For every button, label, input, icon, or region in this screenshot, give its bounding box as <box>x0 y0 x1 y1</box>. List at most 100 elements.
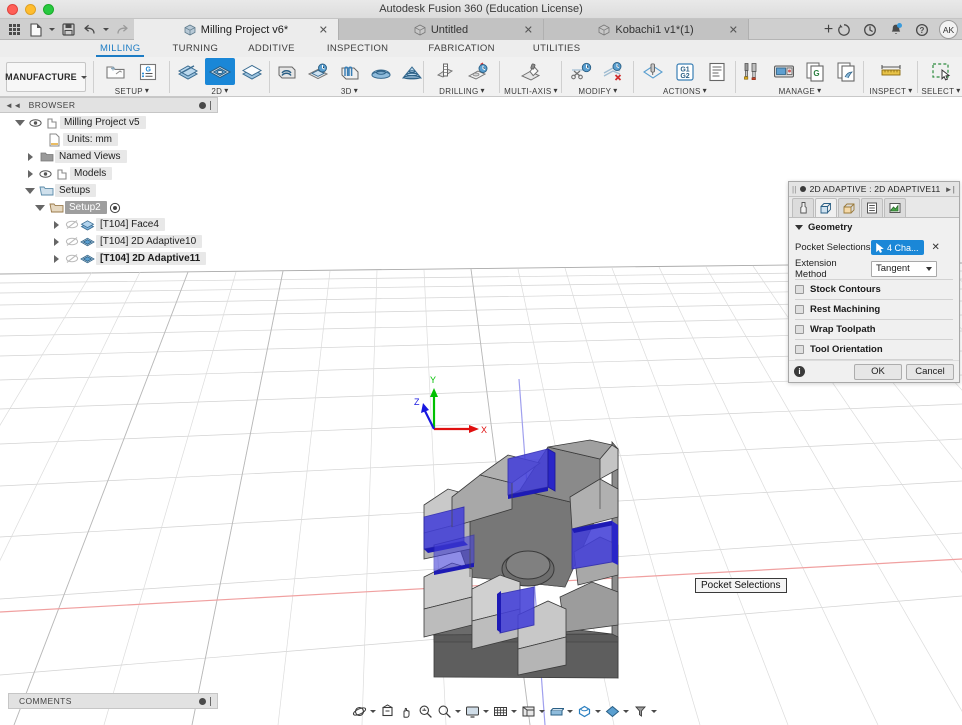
workspace-switcher-button[interactable]: MANUFACTURE <box>6 62 86 92</box>
browser-options-icon[interactable] <box>199 102 206 109</box>
orbit-button[interactable] <box>350 702 378 720</box>
linking-tab-icon[interactable] <box>884 198 906 217</box>
notifications-icon[interactable] <box>887 21 905 39</box>
visibility-eye-icon[interactable] <box>28 114 43 131</box>
grid-menu-icon[interactable] <box>4 20 24 39</box>
setup-icon[interactable] <box>101 58 131 85</box>
chevron-down-icon[interactable] <box>453 702 462 720</box>
scallop-icon[interactable] <box>366 58 395 85</box>
new-file-dropdown[interactable] <box>48 20 56 39</box>
save-icon[interactable] <box>58 20 78 39</box>
expander-icon[interactable] <box>32 199 48 216</box>
section-tool-orientation[interactable]: Tool Orientation <box>789 340 959 359</box>
rest-machining-checkbox[interactable] <box>795 305 804 314</box>
section-geometry[interactable]: Geometry <box>789 218 959 237</box>
undo-dropdown[interactable] <box>102 20 110 39</box>
extension-method-select[interactable]: Tangent <box>871 261 937 277</box>
tree-item-setups[interactable]: Setups <box>0 182 218 199</box>
tree-item-2d-adaptive10[interactable]: [T104] 2D Adaptive10 <box>0 233 218 250</box>
document-tab-0[interactable]: Milling Project v6* ✕ <box>134 19 339 40</box>
tab-additive[interactable]: ADDITIVE <box>244 40 299 57</box>
setup-sheet-icon[interactable] <box>702 58 732 85</box>
tab-milling[interactable]: MILLING <box>96 40 144 57</box>
look-at-button[interactable] <box>378 702 397 720</box>
select-icon[interactable] <box>926 58 956 85</box>
maximize-window-button[interactable] <box>43 4 54 15</box>
pocket-selections-button[interactable]: 4 Cha... <box>871 240 924 255</box>
avatar[interactable]: AK <box>939 20 958 39</box>
2d-pocket-icon[interactable] <box>237 58 267 85</box>
close-tab-icon[interactable]: ✕ <box>524 23 533 36</box>
chevron-down-icon[interactable] <box>368 702 377 720</box>
chevron-down-icon[interactable] <box>481 702 490 720</box>
chevron-down-icon[interactable] <box>593 702 602 720</box>
tab-fabrication[interactable]: FABRICATION <box>424 40 499 57</box>
swarf-icon[interactable] <box>516 58 546 85</box>
geometry-tab-icon[interactable] <box>815 198 837 217</box>
tree-item-2d-adaptive11[interactable]: [T104] 2D Adaptive11 <box>0 250 218 267</box>
chevron-down-icon[interactable] <box>621 702 630 720</box>
post-process-icon[interactable]: G1 G2 <box>670 58 700 85</box>
visibility-eye-icon[interactable] <box>64 233 79 250</box>
delete-toolpath-icon[interactable] <box>599 58 629 85</box>
ribbon-group-label-manage[interactable]: MANAGE▾ <box>738 87 862 96</box>
ribbon-group-label-3d[interactable]: 3D▾ <box>272 87 427 96</box>
tree-item-named-views[interactable]: Named Views <box>0 148 218 165</box>
visibility-eye-icon[interactable] <box>38 165 53 182</box>
comments-resize-handle[interactable] <box>210 697 211 706</box>
passes-tab-icon[interactable] <box>861 198 883 217</box>
tree-item-units[interactable]: Units: mm <box>0 131 218 148</box>
ribbon-group-label-actions[interactable]: ACTIONS▾ <box>636 87 734 96</box>
machine-library-icon[interactable] <box>770 58 800 85</box>
ribbon-group-label-select[interactable]: SELECT▾ <box>920 87 962 96</box>
stock-contours-checkbox[interactable] <box>795 285 804 294</box>
heights-tab-icon[interactable] <box>838 198 860 217</box>
display-settings-button[interactable] <box>463 702 491 720</box>
dialog-header[interactable]: || 2D ADAPTIVE : 2D ADAPTIVE11 ►| <box>789 182 959 197</box>
dialog-pin-icon[interactable]: ►| <box>945 185 955 194</box>
drill-icon[interactable] <box>431 58 461 85</box>
close-window-button[interactable] <box>7 4 18 15</box>
recent-icon[interactable] <box>835 21 853 39</box>
grid-snaps-button[interactable] <box>491 702 519 720</box>
ok-button[interactable]: OK <box>854 364 902 380</box>
setup-active-target-icon[interactable] <box>107 199 124 216</box>
2d-adaptive-clearing-icon[interactable] <box>205 58 235 85</box>
adaptive-clearing-3d-icon[interactable] <box>272 58 301 85</box>
measure-icon[interactable] <box>876 58 906 85</box>
zoom-window-button[interactable] <box>435 702 463 720</box>
section-analysis-button[interactable] <box>547 702 575 720</box>
pan-button[interactable] <box>397 702 416 720</box>
chevron-down-icon[interactable] <box>537 702 546 720</box>
section-rest-machining[interactable]: Rest Machining <box>789 300 959 319</box>
section-stock-contours[interactable]: Stock Contours <box>789 280 959 299</box>
ribbon-group-label-2d[interactable]: 2D▾ <box>172 87 268 96</box>
post-library-icon[interactable]: G <box>801 58 831 85</box>
expander-icon[interactable] <box>12 114 28 131</box>
generate-gcode-icon[interactable]: G <box>133 58 163 85</box>
expander-icon[interactable] <box>22 165 38 182</box>
ribbon-group-label-drilling[interactable]: DRILLING▾ <box>426 87 498 96</box>
tree-item-face4[interactable]: [T104] Face4 <box>0 216 218 233</box>
tree-item-milling-project[interactable]: Milling Project v5 <box>0 114 218 131</box>
chevron-down-icon[interactable] <box>565 702 574 720</box>
ribbon-group-label-setup[interactable]: SETUP▾ <box>96 87 168 96</box>
tab-turning[interactable]: TURNING <box>168 40 222 57</box>
visual-style-button[interactable] <box>603 702 631 720</box>
zoom-button[interactable] <box>416 702 435 720</box>
bore-icon[interactable] <box>463 58 493 85</box>
tree-item-models[interactable]: Models <box>0 165 218 182</box>
expander-icon[interactable] <box>48 250 64 267</box>
new-file-icon[interactable] <box>26 20 46 39</box>
comments-options-icon[interactable] <box>199 698 206 705</box>
job-status-icon[interactable] <box>861 21 879 39</box>
browser-resize-handle[interactable] <box>210 101 211 110</box>
tab-inspection[interactable]: INSPECTION <box>323 40 393 57</box>
expander-icon[interactable] <box>22 148 38 165</box>
redo-icon[interactable] <box>112 20 132 39</box>
comments-panel[interactable]: COMMENTS <box>8 693 218 709</box>
visibility-eye-icon[interactable] <box>64 250 79 267</box>
chevron-down-icon[interactable] <box>509 702 518 720</box>
expander-icon[interactable] <box>48 216 64 233</box>
face-icon[interactable] <box>173 58 203 85</box>
